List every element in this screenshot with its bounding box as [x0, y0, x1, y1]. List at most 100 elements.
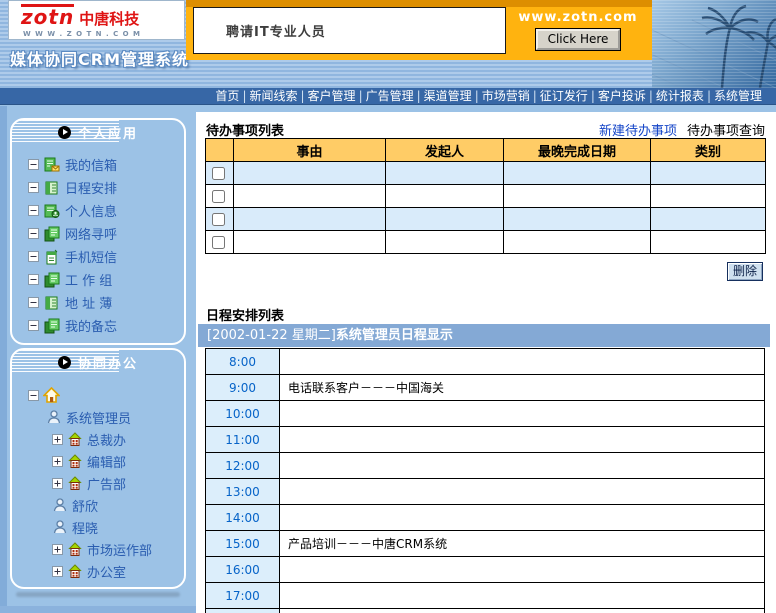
sidebar-item-label: 日程安排 [65, 178, 117, 197]
expand-plus-icon[interactable] [52, 478, 63, 489]
sidebar-item-calendar[interactable]: 日程安排 [12, 179, 184, 196]
nav-item-4[interactable]: 渠道管理 [424, 89, 472, 103]
schedule-row: 18:00 [206, 609, 765, 613]
expand-minus-icon[interactable] [28, 182, 39, 193]
todo-checkbox-cell [206, 231, 234, 254]
expand-plus-icon[interactable] [52, 456, 63, 467]
schedule-time-cell: 17:00 [206, 583, 280, 609]
todo-row-checkbox[interactable] [212, 190, 225, 203]
sidebar-item-workgroup[interactable]: 工 作 组 [12, 271, 184, 288]
tree-node-系统管理员[interactable]: 系统管理员 [12, 408, 184, 426]
nav-item-2[interactable]: 客户管理 [308, 89, 356, 103]
nav-item-3[interactable]: 广告管理 [366, 89, 414, 103]
schedule-event-cell [280, 479, 765, 505]
nav-item-0[interactable]: 首页 [215, 89, 239, 103]
schedule-time-cell: 12:00 [206, 453, 280, 479]
sidebar-item-label: 手机短信 [65, 247, 117, 266]
nav-separator: | [301, 89, 305, 103]
schedule-event-cell: 产品培训－－－中唐CRM系统 [280, 531, 765, 557]
new-todo-link[interactable]: 新建待办事项 [599, 120, 677, 139]
todo-row [206, 185, 766, 208]
arrow-bullet-icon [58, 356, 71, 369]
schedule-row: 15:00产品培训－－－中唐CRM系统 [206, 531, 765, 557]
palm-tree-illustration [652, 0, 776, 88]
banner-site-url: www.zotn.com [506, 10, 650, 25]
pager-icon [44, 226, 60, 242]
sidebar-item-person-info[interactable]: 个人信息 [12, 202, 184, 219]
system-title: 媒体协同CRM管理系统 [10, 46, 189, 70]
tree-node-label: 程晓 [72, 518, 98, 537]
tree-node-label: 总裁办 [87, 430, 126, 449]
department-icon [67, 563, 83, 579]
expand-minus-icon[interactable] [28, 390, 39, 401]
todo-row-checkbox[interactable] [212, 236, 225, 249]
expand-plus-icon[interactable] [52, 544, 63, 555]
expand-minus-icon[interactable] [28, 228, 39, 239]
nav-separator: | [707, 89, 711, 103]
personal-panel-title: 个人应用 [78, 123, 138, 142]
person-icon [52, 497, 68, 513]
tree-node-root[interactable] [12, 386, 184, 404]
expand-minus-icon[interactable] [28, 320, 39, 331]
crm-app-window: zotn 中唐科技 W W W . Z O T N . C O M 媒体协同CR… [0, 0, 776, 613]
banner-ad-text: 聘请IT专业人员 [226, 21, 326, 40]
schedule-row: 17:00 [206, 583, 765, 609]
tree-node-总裁办[interactable]: 总裁办 [12, 430, 184, 448]
nav-item-7[interactable]: 客户投诉 [598, 89, 646, 103]
department-icon [67, 431, 83, 447]
ad-banner[interactable]: 聘请IT专业人员 www.zotn.com Click Here [186, 0, 652, 60]
sidebar-item-mail[interactable]: 我的信箱 [12, 156, 184, 173]
schedule-time-cell: 11:00 [206, 427, 280, 453]
nav-item-5[interactable]: 市场营销 [482, 89, 530, 103]
tree-node-程晓[interactable]: 程晓 [12, 518, 184, 536]
schedule-event-cell [280, 557, 765, 583]
company-logo[interactable]: zotn 中唐科技 W W W . Z O T N . C O M [8, 0, 185, 40]
expand-minus-icon[interactable] [28, 297, 39, 308]
todo-row-checkbox[interactable] [212, 213, 225, 226]
nav-item-9[interactable]: 系统管理 [714, 89, 762, 103]
schedule-row: 11:00 [206, 427, 765, 453]
nav-item-6[interactable]: 征订发行 [540, 89, 588, 103]
sidebar-item-label: 地 址 薄 [65, 293, 112, 312]
schedule-time-cell: 14:00 [206, 505, 280, 531]
banner-click-here-button[interactable]: Click Here [536, 29, 621, 50]
todo-row-checkbox[interactable] [212, 167, 225, 180]
todo-checkbox-cell [206, 185, 234, 208]
tree-node-办公室[interactable]: 办公室 [12, 562, 184, 580]
todo-cell [504, 231, 651, 254]
person-info-icon [44, 203, 60, 219]
expand-minus-icon[interactable] [28, 251, 39, 262]
schedule-date: [2002-01-22 星期二] [207, 328, 336, 343]
nav-item-8[interactable]: 统计报表 [656, 89, 704, 103]
sidebar-item-addressbook[interactable]: 地 址 薄 [12, 294, 184, 311]
tree-node-广告部[interactable]: 广告部 [12, 474, 184, 492]
todo-section-header: 待办事项列表 新建待办事项 待办事项查询 [206, 120, 765, 139]
expand-plus-icon[interactable] [52, 566, 63, 577]
todo-checkbox-cell [206, 162, 234, 185]
sidebar-item-sms[interactable]: 手机短信 [12, 248, 184, 265]
expand-plus-icon[interactable] [52, 434, 63, 445]
tree-node-舒欣[interactable]: 舒欣 [12, 496, 184, 514]
schedule-row: 8:00 [206, 349, 765, 375]
sidebar-item-label: 我的备忘 [65, 316, 117, 335]
schedule-event-cell [280, 609, 765, 613]
todo-row [206, 162, 766, 185]
nav-separator: | [649, 89, 653, 103]
todo-cell [234, 185, 386, 208]
todo-column-header: 最晚完成日期 [504, 139, 651, 162]
schedule-time-cell: 10:00 [206, 401, 280, 427]
schedule-row: 9:00电话联系客户－－－中国海关 [206, 375, 765, 401]
sidebar-item-memo[interactable]: 我的备忘 [12, 317, 184, 334]
sidebar-item-pager[interactable]: 网络寻呼 [12, 225, 184, 242]
expand-minus-icon[interactable] [28, 159, 39, 170]
calendar-icon [44, 180, 60, 196]
tree-node-市场运作部[interactable]: 市场运作部 [12, 540, 184, 558]
expand-minus-icon[interactable] [28, 205, 39, 216]
delete-button[interactable]: 删除 [727, 262, 763, 281]
tree-node-编辑部[interactable]: 编辑部 [12, 452, 184, 470]
expand-minus-icon[interactable] [28, 274, 39, 285]
nav-item-1[interactable]: 新闻线索 [249, 89, 297, 103]
panel-drop-shadow [16, 592, 180, 597]
query-todo-link[interactable]: 待办事项查询 [687, 120, 765, 139]
office-panel-header: 协同办公 [12, 350, 184, 374]
